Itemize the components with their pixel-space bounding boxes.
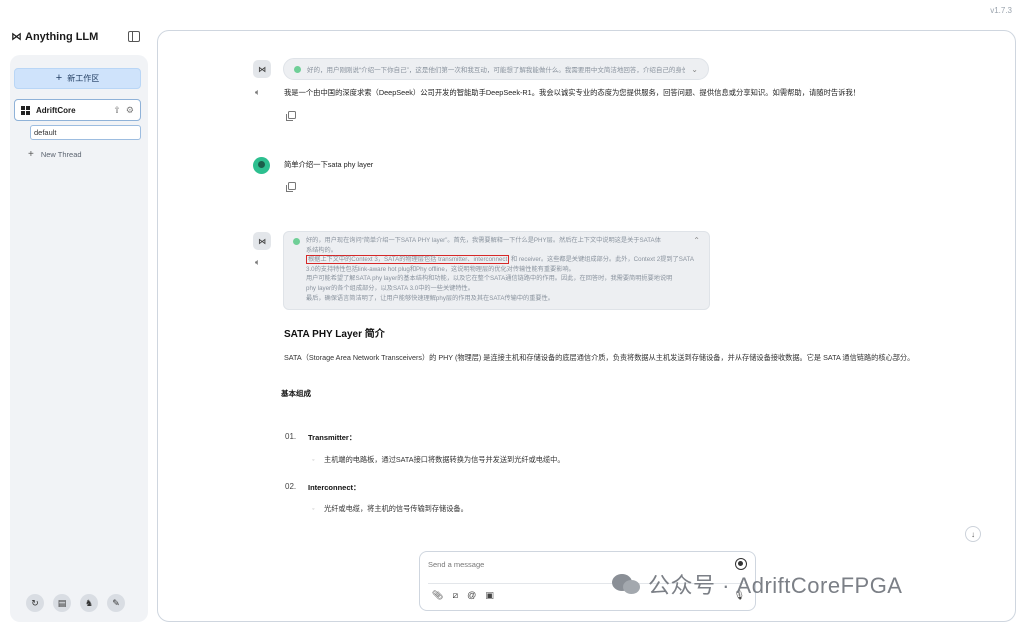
thinking-summary[interactable]: 好的，用户刚刚说“介绍一下你自己”，这是他们第一次和我互动，可能想了解我能做什么…	[283, 58, 709, 80]
wechat-logo-icon	[612, 572, 642, 596]
new-workspace-label: 新工作区	[67, 74, 100, 83]
gear-icon[interactable]: ⚙	[126, 105, 134, 116]
chevron-down-icon[interactable]: ⌄	[691, 65, 698, 74]
plus-icon: +	[28, 149, 34, 160]
sidebar: + 新工作区 AdriftCore ⇪ ⚙ default + New Thre…	[10, 55, 148, 622]
workspace-item-adriftcore[interactable]: AdriftCore ⇪ ⚙	[14, 99, 141, 121]
app-version: v1.7.3	[990, 6, 1012, 15]
new-thread-button[interactable]: + New Thread	[28, 149, 82, 160]
list-title: Transmitter：	[308, 433, 357, 442]
thinking-text: 好的，用户刚刚说“介绍一下你自己”，这是他们第一次和我互动，可能想了解我能做什么…	[307, 67, 686, 74]
chat-panel: ⋈ 好的，用户刚刚说“介绍一下你自己”，这是他们第一次和我互动，可能想了解我能做…	[157, 30, 1016, 622]
list-description: 光纤或电缆，将主机的信号传输到存储设备。	[312, 504, 468, 514]
copy-icon[interactable]	[286, 111, 296, 121]
settings-icon[interactable]: ✎	[107, 594, 125, 612]
thinking-line: 用户可能希望了解SATA phy layer的基本结构和功能，以及它在整个SAT…	[306, 275, 673, 283]
community-icon[interactable]: ♞	[80, 594, 98, 612]
docs-icon[interactable]: ▤	[53, 594, 71, 612]
upload-icon[interactable]: ⇪	[113, 105, 121, 116]
app-name: Anything LLM	[25, 30, 99, 43]
at-mention-icon[interactable]: @	[467, 590, 476, 601]
thread-item-default[interactable]: default	[30, 125, 141, 140]
app-logo: ⋈ Anything LLM	[11, 30, 98, 43]
speaker-icon[interactable]: 🔈︎	[255, 87, 260, 98]
thinking-line: 好的，用户现在询问“简单介绍一下SATA PHY layer”。首先，我需要解释…	[306, 237, 661, 244]
thinking-status-icon	[293, 238, 300, 245]
scroll-down-button[interactable]: ↓	[965, 526, 981, 542]
watermark-text: 公众号 · AdriftCoreFPGA	[648, 573, 903, 598]
answer-title: SATA PHY Layer 简介	[284, 329, 385, 340]
thinking-line: 最后，确保语言简洁明了，让用户能够快速理解phy层的作用及其在SATA传输中的重…	[306, 294, 554, 302]
copy-icon[interactable]	[286, 182, 296, 192]
list-number: 01.	[285, 432, 297, 441]
user-avatar	[253, 157, 270, 174]
assistant-avatar: ⋈	[253, 60, 271, 78]
attachment-icon[interactable]: 📎︎	[432, 590, 443, 601]
speaker-icon[interactable]: 🔈︎	[255, 257, 260, 268]
thinking-line: phy layer的各个组成部分，以及SATA 3.0中的一些关键特性。	[306, 285, 474, 293]
plus-icon: +	[55, 72, 63, 84]
answer-subheading: 基本组成	[281, 389, 311, 398]
thinking-expanded[interactable]: ⌃ 好的，用户现在询问“简单介绍一下SATA PHY layer”。首先，我需要…	[283, 231, 710, 310]
sidebar-footer: ↻ ▤ ♞ ✎	[26, 594, 125, 612]
highlighted-context: 根据上下文中的Context 3，SATA的物理层包括 transmitter、…	[306, 255, 510, 265]
new-workspace-button[interactable]: + 新工作区	[14, 68, 141, 89]
thinking-line: 系结构的。	[306, 246, 337, 254]
slash-command-icon[interactable]: ⧄	[452, 590, 458, 601]
watermark: 公众号 · AdriftCoreFPGA	[612, 568, 902, 600]
new-thread-label: New Thread	[40, 150, 82, 159]
list-description: 主机端的电路板，通过SATA接口将数据转换为信号并发送到光纤或电缆中。	[312, 455, 565, 465]
chevron-up-icon[interactable]: ⌃	[693, 236, 700, 245]
composer-tools: 📎︎ ⧄ @ ▣	[432, 590, 494, 601]
list-number: 02.	[285, 482, 297, 491]
user-message-text: 简单介绍一下sata phy layer	[284, 160, 374, 169]
assistant-message-text: 我是一个由中国的深度求索（DeepSeek）公司开发的智能助手DeepSeek-…	[284, 88, 861, 97]
answer-paragraph: SATA（Storage Area Network Transceivers）的…	[284, 353, 915, 362]
assistant-avatar: ⋈	[253, 232, 271, 250]
workspace-grid-icon	[21, 105, 30, 115]
sidebar-toggle-icon[interactable]	[128, 31, 140, 42]
logo-mark-icon: ⋈	[11, 30, 22, 43]
thinking-status-icon	[294, 65, 301, 73]
workspace-name: AdriftCore	[36, 105, 76, 115]
support-icon[interactable]: ↻	[26, 594, 44, 612]
text-size-icon[interactable]: ▣	[485, 590, 494, 601]
thinking-line: 根据上下文中的Context 3，SATA的物理层包括 transmitter、…	[306, 255, 694, 273]
list-title: Interconnect：	[308, 483, 361, 492]
